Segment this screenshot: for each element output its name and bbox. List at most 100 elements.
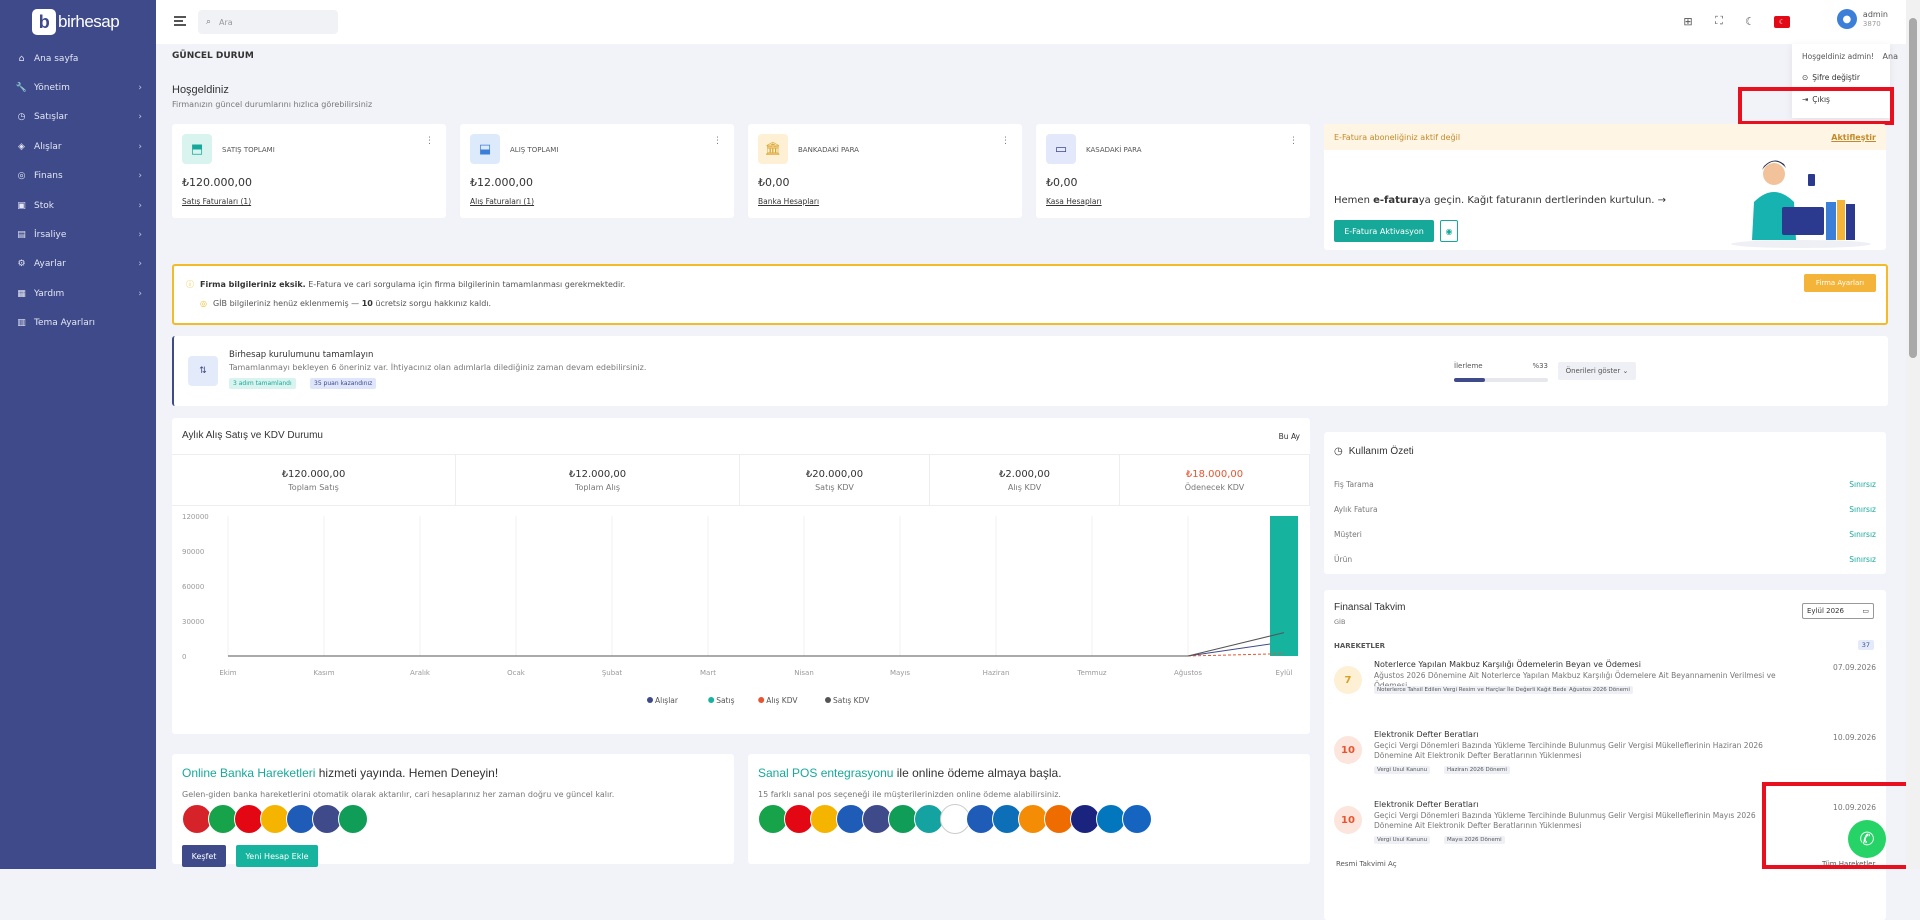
pos-promo-title: Sanal POS entegrasyonu ile online ödeme …	[758, 766, 1062, 780]
search-icon: ⌕	[206, 17, 212, 27]
info-button[interactable]: ◉	[1440, 220, 1458, 242]
brand-logo[interactable]: b birhesap	[0, 0, 156, 44]
chevron-right-icon: ›	[138, 112, 142, 123]
period-selector[interactable]: Bu Ay	[1279, 432, 1300, 441]
sidebar-item-7[interactable]: ⚙ Ayarlar ›	[0, 250, 156, 279]
gib-icon: ◎	[200, 299, 207, 308]
warning-line1: ⓘ Firma bilgileriniz eksik. E-Fatura ve c…	[186, 280, 626, 289]
event-tag: Noterlerce Tahsil Edilen Vergi Resim ve …	[1374, 686, 1581, 694]
show-suggestions-button[interactable]: Önerileri göster ⌄	[1558, 362, 1636, 380]
sidebar-item-label: Ana sayfa	[34, 53, 79, 64]
card-link[interactable]: Kasa Hesapları	[1046, 197, 1102, 206]
whatsapp-icon[interactable]: ✆	[1848, 820, 1886, 858]
company-settings-button[interactable]: Firma Ayarları	[1804, 274, 1876, 292]
sidebar-item-2[interactable]: ◷ Satışlar ›	[0, 103, 156, 132]
avatar-icon: ●	[1836, 9, 1857, 29]
sidebar-item-label: Alışlar	[34, 141, 62, 152]
bank-logo-icon	[338, 804, 368, 834]
legend-marker	[708, 697, 715, 703]
sidebar-item-3[interactable]: ◈ Alışlar ›	[0, 132, 156, 161]
sidebar-item-5[interactable]: ▣ Stok ›	[0, 191, 156, 220]
card-icon: ⬓	[470, 134, 500, 164]
home-icon: ⌂	[18, 53, 25, 64]
more-vertical-icon[interactable]: ⋮	[1289, 136, 1298, 146]
scrollbar[interactable]	[1906, 0, 1920, 869]
more-vertical-icon[interactable]: ⋮	[425, 136, 434, 146]
steps-done-badge: 3 adım tamamlandı	[229, 378, 296, 389]
stat-item: ₺12.000,00 Toplam Alış	[456, 455, 740, 505]
y-tick-label: 60000	[182, 583, 204, 591]
language-flag-icon[interactable]: ☾	[1774, 14, 1790, 28]
sidebar-item-label: Ayarlar	[34, 259, 66, 270]
user-menu[interactable]: ● admin 3870	[1836, 9, 1888, 29]
sidebar-item-label: Stok	[34, 200, 54, 211]
company-info-warning: ⓘ Firma bilgileriniz eksik. E-Fatura ve c…	[172, 264, 1888, 325]
card-icon: ▭	[1046, 134, 1076, 164]
official-calendar-link[interactable]: Resmi Takvimi Aç	[1336, 860, 1397, 868]
card-title: KASADAKİ PARA	[1086, 146, 1142, 154]
page-title: GÜNCEL DURUM	[172, 51, 254, 61]
change-password-item[interactable]: ⊙ Şifre değiştir	[1802, 73, 1880, 82]
legend-label: Alış KDV	[766, 696, 798, 705]
movements-count: 37	[1857, 640, 1874, 650]
apps-grid-icon[interactable]: ⊞	[1681, 15, 1695, 28]
dark-mode-icon[interactable]: ☾	[1743, 15, 1757, 28]
sidebar-item-9[interactable]: ▥ Tema Ayarları	[0, 309, 156, 338]
chevron-right-icon: ›	[138, 83, 142, 94]
stat-label: Satış KDV	[815, 482, 854, 492]
usage-row: Fiş Tarama Sınırsız	[1334, 480, 1876, 489]
waybill-icon: ▤	[17, 230, 26, 241]
stat-value: ₺12.000,00	[568, 468, 627, 480]
sidebar-item-label: Tema Ayarları	[34, 318, 95, 329]
welcome-subtitle: Firmanızın güncel durumlarını hızlıca gö…	[172, 100, 373, 109]
sidebar-item-8[interactable]: ▦ Yardım ›	[0, 279, 156, 308]
efatura-activate-button[interactable]: E-Fatura Aktivasyon	[1334, 220, 1434, 242]
sidebar-item-label: Finans	[34, 171, 63, 182]
sales-icon: ◷	[17, 112, 26, 123]
topbar: ⌕ Ara ⊞ ⛶ ☾ ☾ ● admin 3870	[156, 0, 1920, 44]
summary-card: ⬒ SATIŞ TOPLAMI ⋮ ₺120.000,00 Satış Faturala…	[172, 124, 446, 218]
y-tick-label: 0	[182, 653, 186, 661]
summary-card: ⬓ ALIŞ TOPLAMI ⋮ ₺12.000,00 Alış Faturaları …	[460, 124, 734, 218]
bank-promo-title: Online Banka Hareketleri hizmeti yayında…	[182, 766, 499, 780]
search-input[interactable]: ⌕ Ara	[198, 10, 338, 34]
legend-label: Satış	[716, 696, 734, 705]
more-vertical-icon[interactable]: ⋮	[1001, 136, 1010, 146]
activate-link[interactable]: Aktifleştir	[1831, 133, 1876, 142]
x-tick-label: Haziran	[983, 669, 1010, 677]
sidebar: b birhesap ⌂ Ana sayfa 🔧 Yönetim › ◷ Satışlar › ◈…	[0, 0, 156, 869]
line-Alışlar	[228, 641, 1285, 657]
calendar-sub: GİB	[1334, 618, 1346, 626]
usage-row: Müşteri Sınırsız	[1334, 530, 1876, 539]
more-vertical-icon[interactable]: ⋮	[713, 136, 722, 146]
card-link[interactable]: Satış Faturaları (1)	[182, 197, 251, 206]
warning-icon: ⓘ	[186, 280, 194, 289]
card-link[interactable]: Banka Hesapları	[758, 197, 819, 206]
chevron-right-icon: ›	[138, 230, 142, 241]
month-select[interactable]: Eylül 2026 ▭	[1802, 603, 1874, 619]
menu-toggle-icon[interactable]	[174, 16, 186, 26]
breadcrumb[interactable]: Ana	[1883, 52, 1898, 61]
movements-header: HAREKETLER	[1334, 642, 1386, 650]
x-tick-label: Kasım	[313, 669, 334, 677]
sidebar-item-1[interactable]: 🔧 Yönetim ›	[0, 73, 156, 102]
highlight-logout	[1738, 87, 1894, 125]
event-period-tag: Haziran 2026 Dönemi	[1444, 766, 1510, 774]
day-badge: 10	[1334, 806, 1362, 834]
bar-chart: 120000 90000 60000 30000 0 Ekim Kasım Aralık Oca…	[182, 513, 1298, 705]
fullscreen-icon[interactable]: ⛶	[1712, 14, 1726, 28]
stat-item: ₺18.000,00 Ödenecek KDV	[1120, 455, 1310, 505]
event-period-tag: Mayıs 2026 Dönemi	[1444, 836, 1505, 844]
stock-icon: ▣	[17, 200, 26, 211]
card-link[interactable]: Alış Faturaları (1)	[470, 197, 534, 206]
add-account-button[interactable]: Yeni Hesap Ekle	[236, 845, 318, 867]
card-title: SATIŞ TOPLAMI	[222, 146, 275, 154]
sidebar-item-6[interactable]: ▤ İrsaliye ›	[0, 220, 156, 249]
sidebar-item-0[interactable]: ⌂ Ana sayfa	[0, 44, 156, 73]
sidebar-item-4[interactable]: ◎ Finans ›	[0, 162, 156, 191]
x-tick-label: Şubat	[602, 669, 623, 677]
discover-button[interactable]: Keşfet	[182, 845, 226, 867]
stats-row: ₺120.000,00 Toplam Satış ₺12.000,00 Toplam …	[172, 454, 1310, 506]
stat-item: ₺20.000,00 Satış KDV	[740, 455, 930, 505]
chevron-right-icon: ›	[138, 288, 142, 299]
